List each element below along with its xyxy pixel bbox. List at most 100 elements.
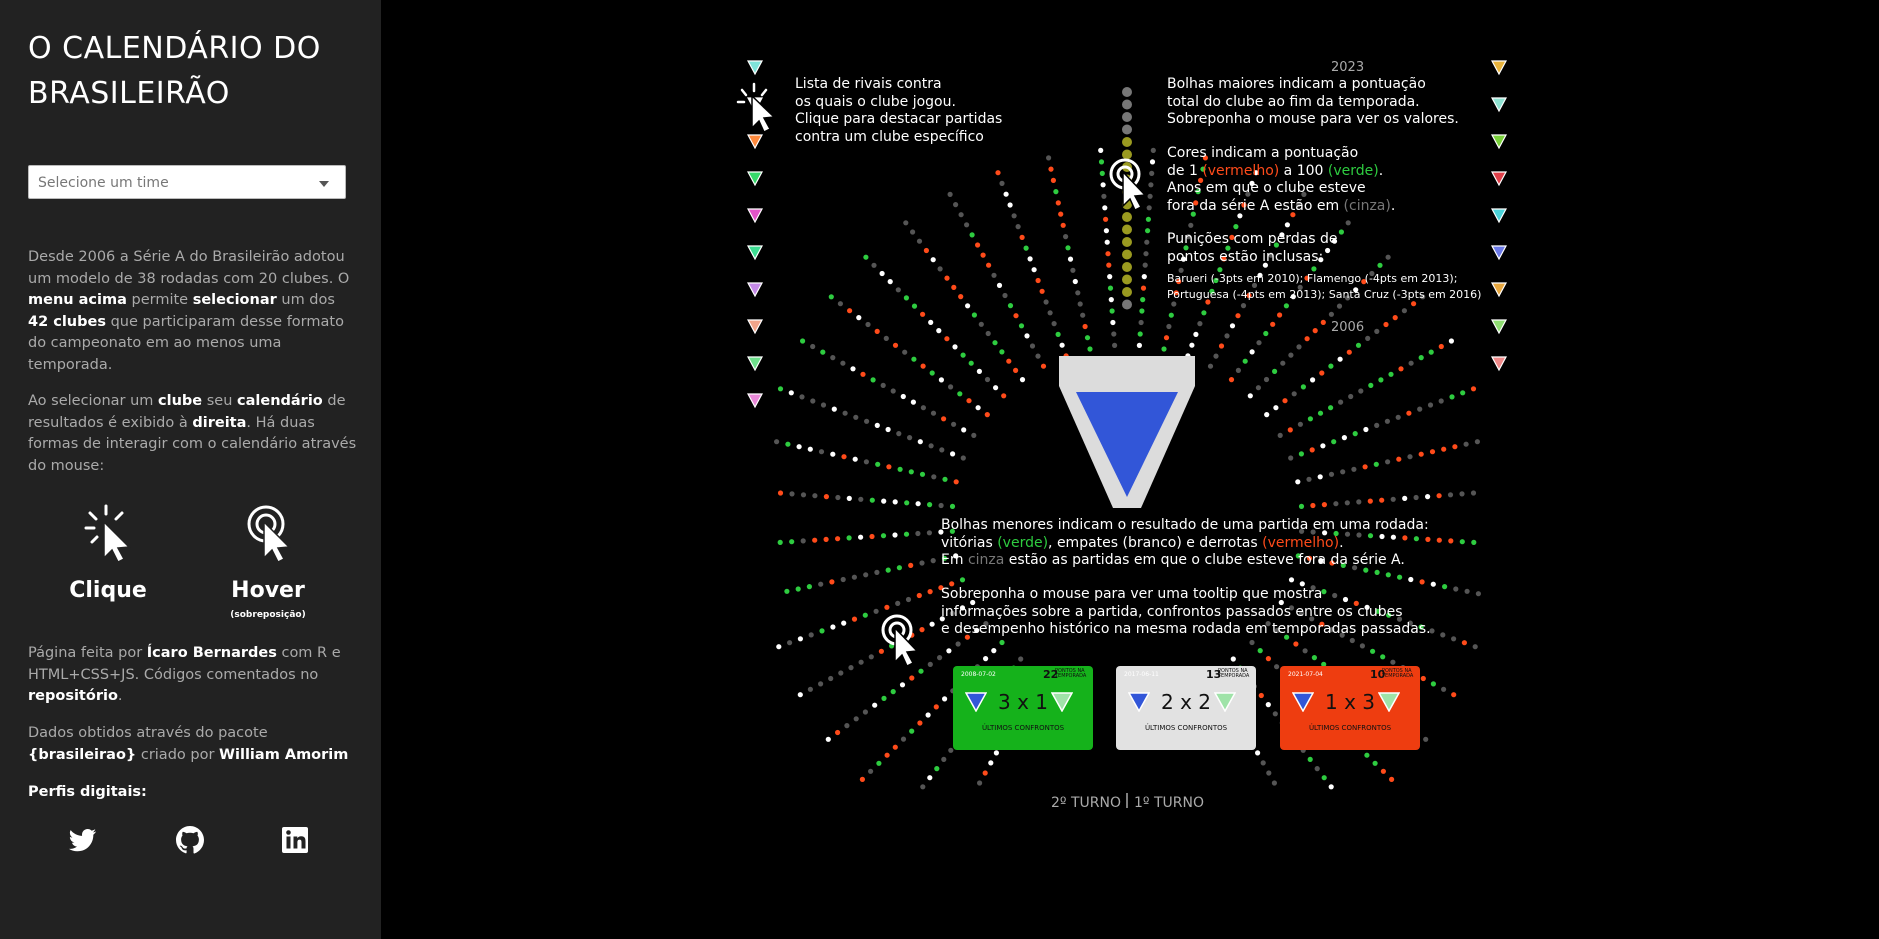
- match-dot: [1149, 170, 1155, 176]
- linkedin-icon[interactable]: [279, 824, 311, 856]
- match-dot: [995, 170, 1001, 176]
- match-dot: [1352, 431, 1358, 437]
- intro-text: Desde 2006 a Série A do Brasileirão adot…: [28, 249, 350, 373]
- match-dot: [925, 712, 931, 718]
- year-top-label: 2023: [1331, 60, 1365, 75]
- team-triangle-icon: [1292, 692, 1314, 712]
- match-dot: [937, 655, 943, 661]
- match-dot: [1001, 393, 1007, 399]
- match-dot: [1046, 155, 1052, 161]
- match-dot: [807, 446, 813, 452]
- rival-triangle-icon: [1490, 319, 1508, 335]
- match-dot: [789, 491, 795, 497]
- match-dot: [1282, 398, 1288, 404]
- match-dot: [1309, 447, 1315, 453]
- match-dot: [1436, 493, 1442, 499]
- match-dot: [1429, 449, 1436, 455]
- github-icon[interactable]: [174, 824, 206, 856]
- match-dot: [1065, 245, 1071, 251]
- match-dot: [1007, 202, 1013, 208]
- match-dot: [944, 336, 950, 342]
- match-dot: [1138, 319, 1144, 326]
- match-dot: [993, 750, 1000, 756]
- match-dot: [916, 238, 923, 244]
- match-dot: [835, 729, 841, 736]
- match-dot: [872, 702, 878, 708]
- match-dot: [1413, 494, 1419, 501]
- match-dot: [851, 616, 858, 622]
- match-dot: [892, 499, 898, 505]
- match-dot: [1392, 315, 1398, 321]
- match-dot: [1284, 222, 1290, 228]
- match-dot: [975, 242, 981, 248]
- match-dot: [1475, 591, 1481, 597]
- match-dot: [1362, 464, 1368, 470]
- match-dot: [999, 639, 1005, 646]
- match-dot: [976, 368, 983, 374]
- match-dot: [1372, 760, 1378, 766]
- match-dot: [942, 476, 948, 482]
- match-dot: [903, 295, 910, 301]
- match-dot: [881, 695, 887, 702]
- season-bubble: [1122, 249, 1132, 260]
- match-dot: [1201, 310, 1207, 316]
- match-dot: [837, 301, 843, 307]
- twitter-icon[interactable]: [66, 824, 98, 856]
- match-dot: [1075, 290, 1081, 296]
- match-dot: [1018, 656, 1024, 662]
- credits-text: Página feita por Ícaro Bernardes com R e…: [28, 645, 341, 704]
- match-dot: [1137, 331, 1143, 337]
- match-dot: [1338, 399, 1344, 405]
- match-dot: [1264, 412, 1270, 418]
- match-dot: [830, 451, 836, 457]
- team-select[interactable]: Selecione um time: [28, 165, 346, 199]
- match-dot: [1229, 323, 1236, 329]
- match-dot: [900, 736, 907, 742]
- match-dot: [947, 191, 953, 197]
- match-dot: [1084, 335, 1091, 341]
- match-dot: [1459, 491, 1465, 497]
- tooltip-example-card: 2017-06-11 13 PONTOS NA TEMPORADA 2 x 2 ÚLTI…: [1116, 666, 1256, 750]
- match-dot: [1024, 333, 1030, 339]
- match-dot: [1356, 499, 1362, 505]
- match-dot: [828, 294, 834, 300]
- match-dot: [1333, 501, 1339, 507]
- match-dot: [1019, 234, 1025, 240]
- tooltip-example-card: 2008-07-02 22 PONTOS NA TEMPORADA 3 x 1 ÚLTI…: [953, 666, 1093, 750]
- card-date: 2008-07-02: [961, 671, 996, 678]
- match-dot: [1312, 328, 1318, 334]
- match-dot: [886, 464, 892, 470]
- match-dot: [823, 494, 829, 500]
- match-dot: [1249, 349, 1255, 355]
- match-dot: [1271, 780, 1277, 786]
- match-dot: [777, 386, 784, 392]
- match-dot: [881, 498, 887, 504]
- match-dot: [808, 632, 814, 638]
- match-dot: [1148, 182, 1154, 188]
- match-dot: [999, 180, 1005, 186]
- match-dot: [1470, 386, 1477, 392]
- match-dot: [944, 275, 950, 281]
- match-dot: [1341, 435, 1347, 441]
- match-dot: [1310, 377, 1316, 383]
- match-dot: [1440, 632, 1446, 638]
- chevron-down-icon: [319, 181, 329, 187]
- radial-calendar[interactable]: [381, 0, 1879, 939]
- match-dot: [862, 612, 868, 618]
- match-dot: [971, 432, 977, 438]
- match-dot: [806, 584, 812, 590]
- page-title: O CALENDÁRIO DO BRASILEIRÃO: [28, 31, 321, 111]
- match-dot: [846, 535, 852, 541]
- match-dot: [1384, 418, 1390, 424]
- match-dot: [958, 294, 964, 300]
- match-dot: [1255, 385, 1261, 391]
- match-dot: [1107, 274, 1113, 280]
- match-dot: [1420, 675, 1426, 682]
- match-dot: [920, 363, 926, 369]
- match-dot: [1396, 456, 1402, 462]
- match-dot: [890, 388, 896, 394]
- match-dot: [1390, 496, 1396, 502]
- match-dot: [896, 565, 903, 571]
- match-dot: [876, 760, 882, 766]
- season-bubble: [1122, 87, 1132, 97]
